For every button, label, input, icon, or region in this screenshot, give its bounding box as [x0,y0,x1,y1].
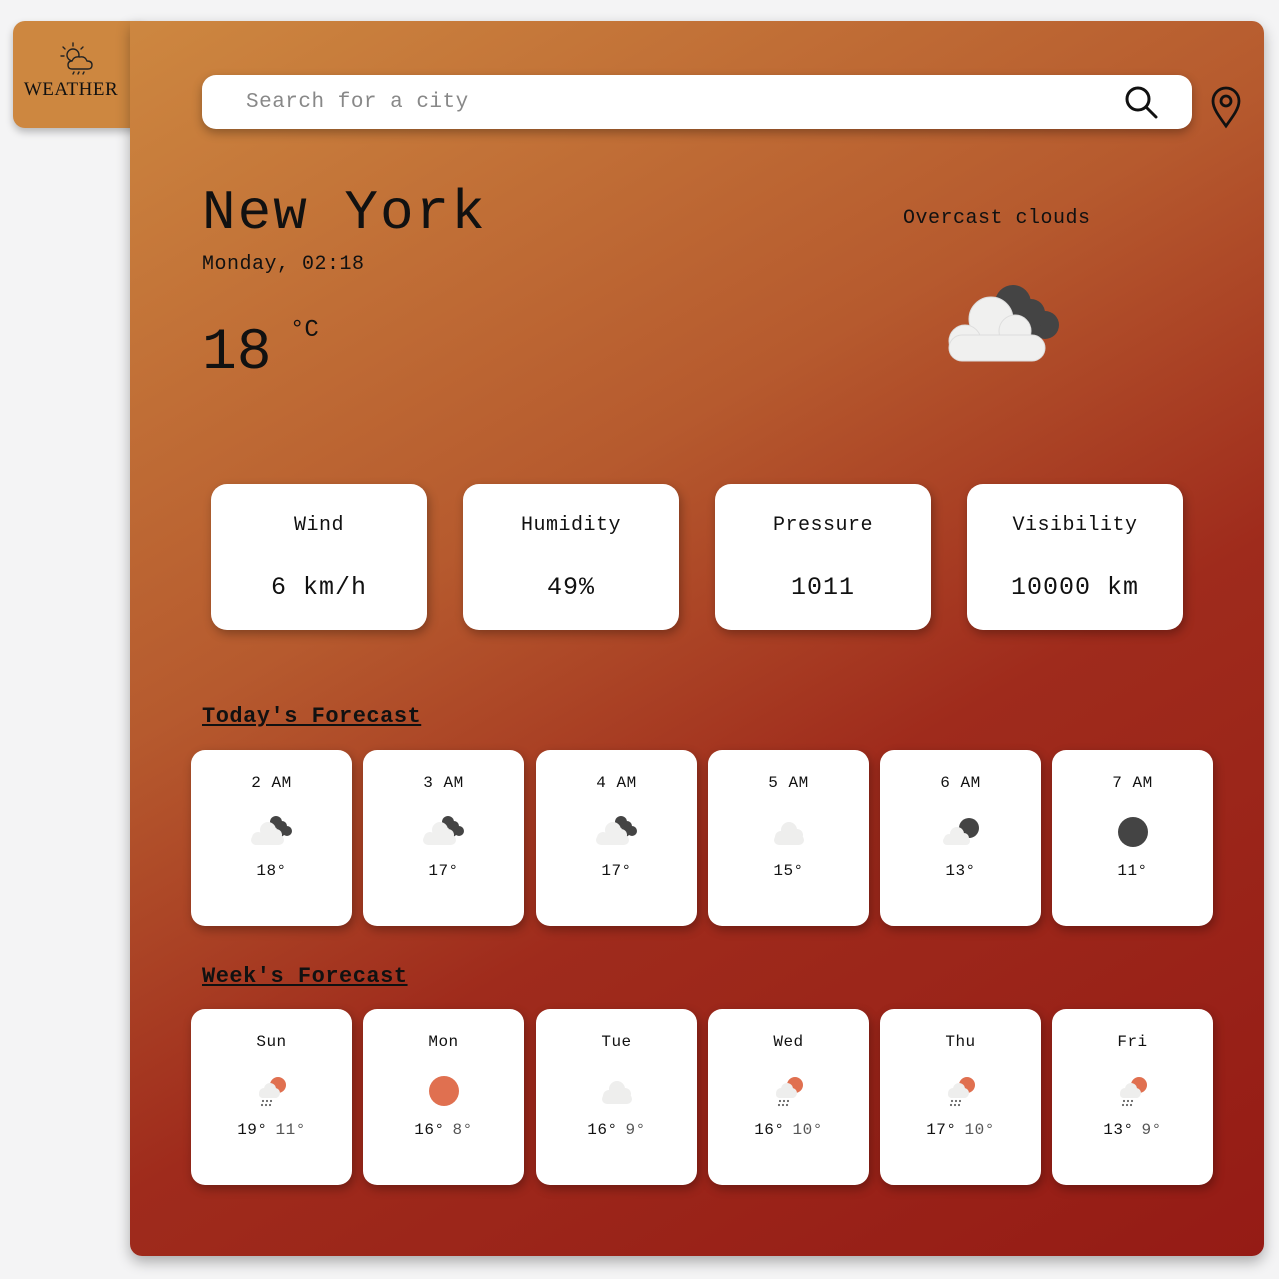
day-temp: 16° 9° [536,1121,697,1139]
day-temp: 16° 8° [363,1121,524,1139]
hourly-forecast-card[interactable]: 3 AM 17° [363,750,524,926]
daily-forecast-card[interactable]: Mon 16° 8° [363,1009,524,1185]
high-temp: 19° [237,1121,268,1139]
hour-temp: 13° [945,862,976,880]
night-partly-cloudy-icon [942,818,979,845]
day-label: Thu [945,1033,976,1051]
high-temp: 16° [414,1121,445,1139]
hourly-forecast-card[interactable]: 2 AM 18° [191,750,352,926]
day-label: Mon [428,1033,459,1051]
partly-cloudy-logo-icon [60,42,93,75]
hour-temp: 11° [1117,862,1148,880]
low-temp: 10° [792,1121,823,1139]
hour-label: 3 AM [423,774,464,792]
high-temp: 13° [1103,1121,1134,1139]
hour-temp: 15° [773,862,804,880]
day-temp: 16° 10° [708,1121,869,1139]
hour-temp: 17° [601,862,632,880]
high-temp: 16° [754,1121,785,1139]
overcast-clouds-icon [948,285,1059,362]
broken-clouds-icon [422,816,464,845]
low-temp: 11° [275,1121,306,1139]
broken-clouds-icon [250,816,292,845]
clear-night-icon [1117,817,1148,847]
sun-rain-icon [947,1077,975,1107]
hourly-forecast-card[interactable]: 7 AM 11° [1052,750,1213,926]
day-label: Tue [601,1033,632,1051]
current-temperature: 18 [202,321,272,386]
daily-forecast-card[interactable]: Sun 19° 11° [191,1009,352,1185]
main-panel: New York Monday, 02:18 18 °C Overcast cl… [130,21,1264,1256]
sun-icon [428,1076,459,1106]
weather-condition: Overcast clouds [903,207,1091,230]
city-name: New York [202,181,487,245]
cloud-icon [773,822,804,845]
sun-rain-icon [775,1077,803,1107]
hour-label: 7 AM [1112,774,1153,792]
sun-rain-icon [1119,1077,1147,1107]
weeks-forecast-title: Week's Forecast [202,964,408,989]
low-temp: 8° [452,1121,473,1139]
humidity-card: Humidity 49% [463,484,679,630]
hour-label: 2 AM [251,774,292,792]
hourly-forecast-card[interactable]: 5 AM 15° [708,750,869,926]
low-temp: 10° [964,1121,995,1139]
day-temp: 13° 9° [1052,1121,1213,1139]
hourly-forecast-card[interactable]: 4 AM 17° [536,750,697,926]
hour-temp: 17° [428,862,459,880]
app-logo-text: WEATHER [23,79,119,100]
stat-value: 49% [546,573,595,602]
high-temp: 17° [926,1121,957,1139]
day-temp: 17° 10° [880,1121,1041,1139]
temperature-unit: °C [290,317,319,344]
stat-label: Humidity [520,514,621,537]
high-temp: 16° [587,1121,618,1139]
hour-label: 6 AM [940,774,981,792]
low-temp: 9° [625,1121,646,1139]
broken-clouds-icon [595,816,637,845]
stat-label: Visibility [1012,514,1138,537]
daily-forecast-card[interactable]: Fri 13° 9° [1052,1009,1213,1185]
hour-temp: 18° [256,862,287,880]
app-logo-tab[interactable]: WEATHER [13,21,143,128]
stat-value: 6 km/h [270,573,367,602]
low-temp: 9° [1141,1121,1162,1139]
stat-value: 10000 km [1010,573,1140,602]
stat-value: 1011 [790,573,855,602]
day-label: Wed [773,1033,804,1051]
hour-label: 4 AM [596,774,637,792]
day-label: Sun [256,1033,287,1051]
stat-label: Pressure [772,514,873,537]
search-input[interactable] [202,75,1122,129]
visibility-card: Visibility 10000 km [967,484,1183,630]
search-bar [202,75,1192,129]
stat-label: Wind [293,514,344,537]
todays-forecast-title: Today's Forecast [202,704,422,729]
search-icon[interactable] [1122,83,1160,121]
pressure-card: Pressure 1011 [715,484,931,630]
cloud-icon [601,1081,632,1104]
sun-rain-icon [258,1077,286,1107]
wind-card: Wind 6 km/h [211,484,427,630]
hourly-forecast-card[interactable]: 6 AM 13° [880,750,1041,926]
day-label: Fri [1117,1033,1148,1051]
daily-forecast-card[interactable]: Thu 17° 10° [880,1009,1041,1185]
daily-forecast-card[interactable]: Wed 16° 10° [708,1009,869,1185]
location-pin-icon[interactable] [1208,85,1244,129]
hour-label: 5 AM [768,774,809,792]
day-temp: 19° 11° [191,1121,352,1139]
daily-forecast-card[interactable]: Tue 16° 9° [536,1009,697,1185]
current-datetime: Monday, 02:18 [202,253,365,276]
